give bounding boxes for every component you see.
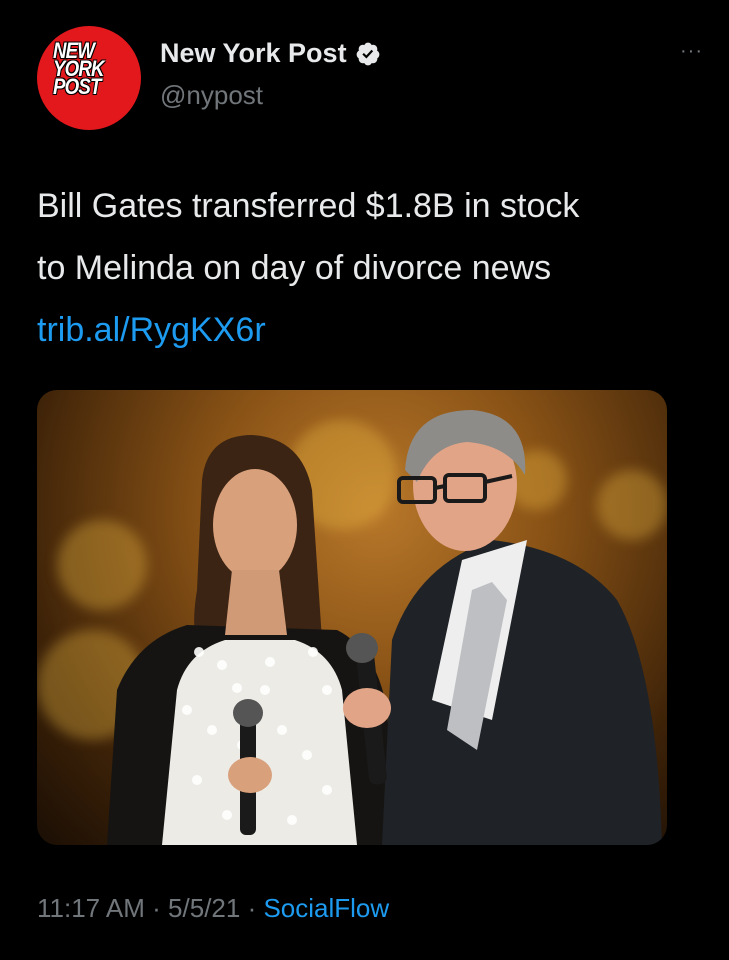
tweet-text-line: to Melinda on day of divorce news [37, 249, 552, 287]
tweet-text-line: Bill Gates transferred $1.8B in stock [37, 187, 580, 225]
photo-figures [107, 410, 662, 845]
logo-line: POST [53, 74, 101, 99]
tweet-date[interactable]: 5/5/21 [168, 893, 240, 923]
avatar[interactable]: NEW YORK POST [37, 26, 141, 130]
more-options-icon[interactable]: ··· [680, 40, 703, 63]
woman-neck [225, 570, 287, 635]
woman-mic-head [233, 699, 263, 727]
tweet-text: Bill Gates transferred $1.8B in stock to… [37, 175, 707, 361]
man-hand [343, 688, 391, 728]
display-name-row[interactable]: New York Post [160, 38, 381, 69]
verified-badge-icon [356, 42, 379, 65]
separator: · [144, 893, 169, 923]
display-name[interactable]: New York Post [160, 38, 347, 69]
tweet-timestamp: 11:17 AM · 5/5/21 · SocialFlow [37, 893, 389, 924]
woman-face [213, 469, 297, 581]
man-suit [382, 540, 662, 845]
woman-hand [228, 757, 272, 793]
tweet-source-link[interactable]: SocialFlow [263, 893, 389, 923]
tweet-time[interactable]: 11:17 AM [37, 893, 145, 923]
woman-dress [162, 640, 357, 845]
tweet[interactable]: NEW YORK POST New York Post @nypost ··· … [0, 0, 729, 960]
tweet-link[interactable]: trib.al/RygKX6r [37, 299, 707, 361]
tweet-photo[interactable] [37, 390, 667, 845]
separator: · [240, 893, 264, 923]
man-mic-head [346, 633, 378, 663]
nypost-logo: NEW YORK POST [53, 40, 121, 99]
account-handle[interactable]: @nypost [160, 80, 263, 111]
